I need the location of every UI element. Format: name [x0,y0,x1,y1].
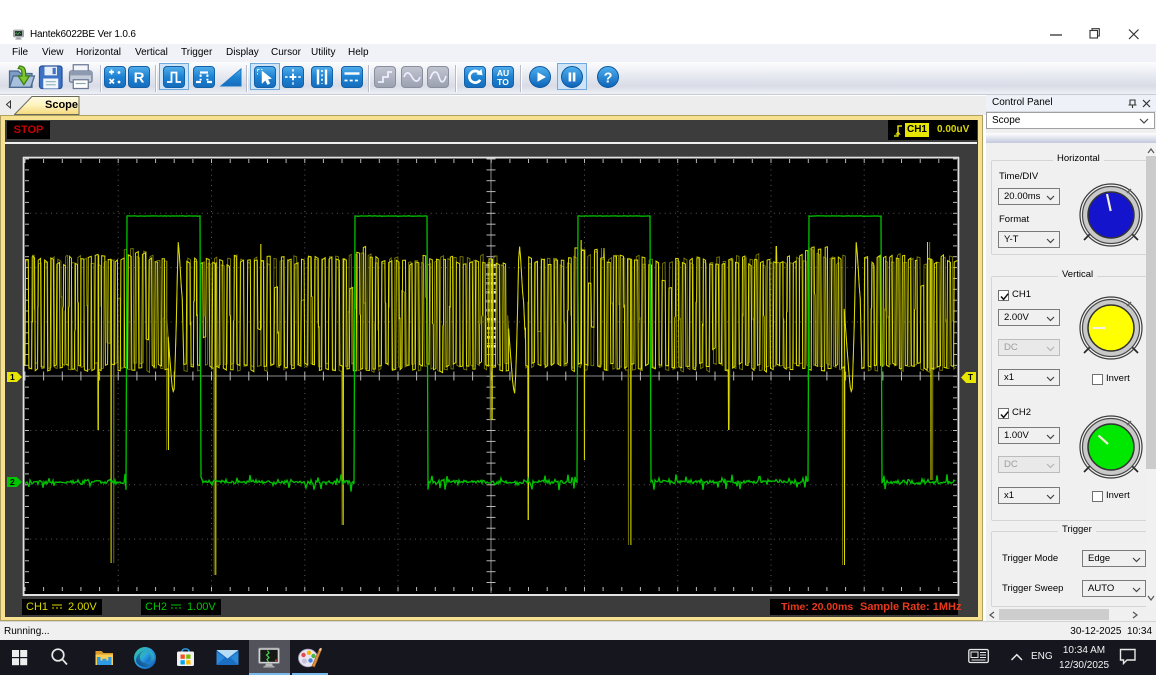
svg-text:R: R [134,70,145,87]
svg-text:?: ? [604,71,613,87]
svg-text:TO: TO [497,77,509,87]
